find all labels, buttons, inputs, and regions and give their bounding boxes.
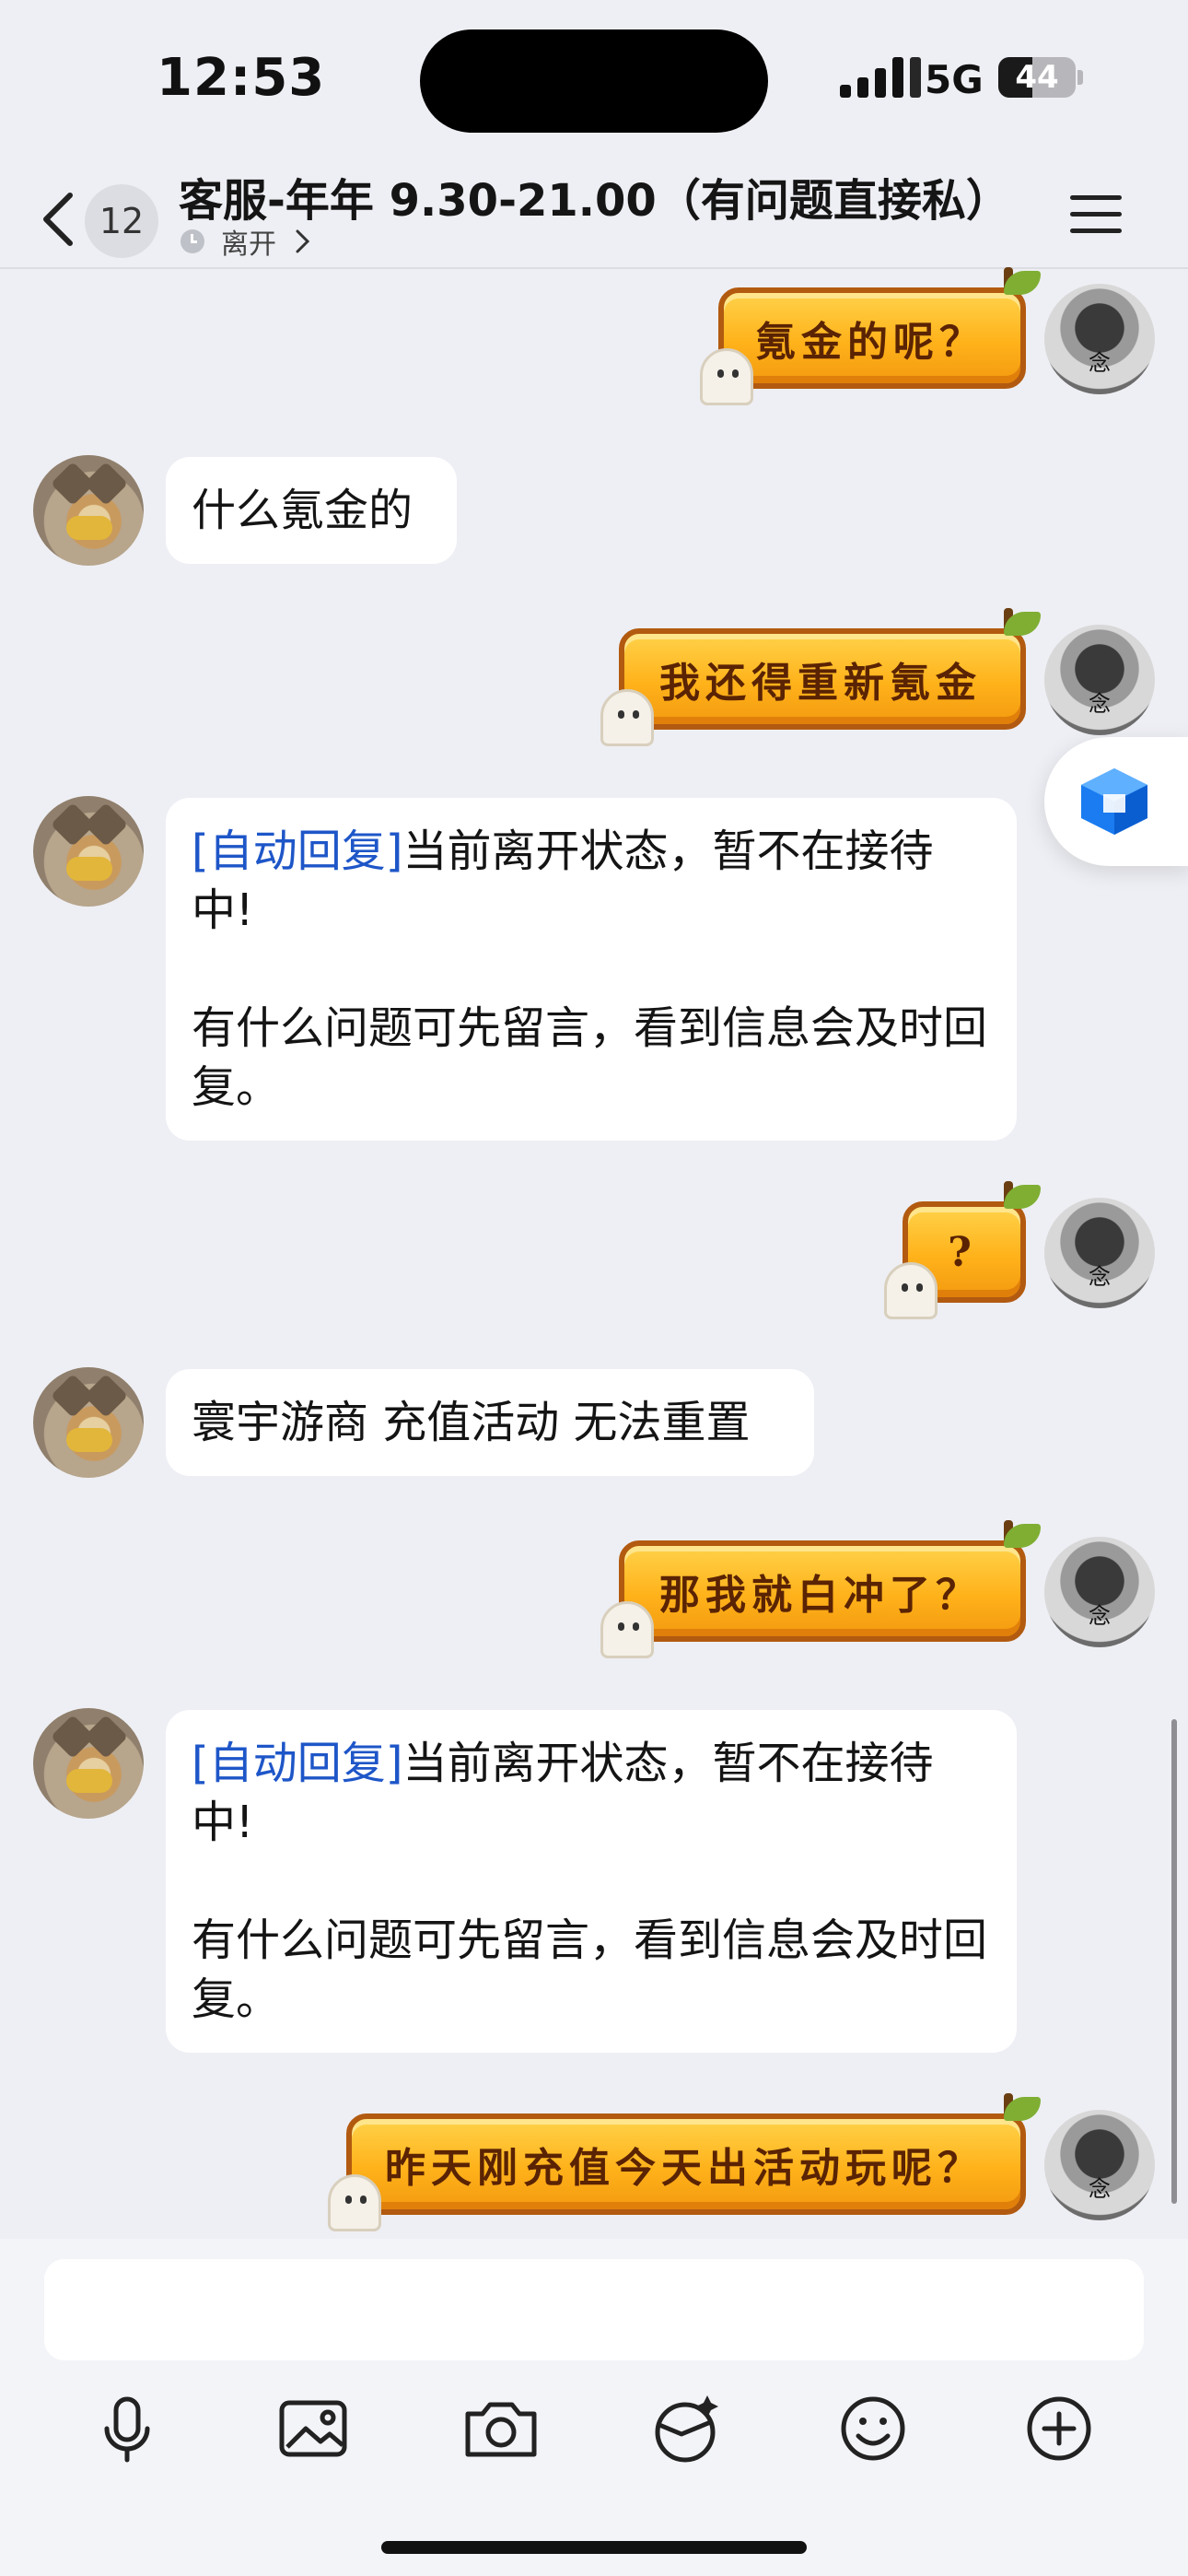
- presence-label: 离开: [221, 228, 276, 261]
- network-type: 5G: [925, 57, 984, 102]
- agent-avatar[interactable]: [33, 455, 144, 566]
- my-avatar[interactable]: 念: [1044, 1537, 1155, 1647]
- sticker-message[interactable]: 我还得重新氪金: [600, 608, 1041, 746]
- ghost-sticker-icon: [600, 689, 654, 746]
- status-bar: 12:53 5G 44: [0, 0, 1188, 157]
- status-time: 12:53: [157, 48, 326, 108]
- message-bubble[interactable]: 什么氪金的: [166, 457, 457, 564]
- unread-badge: 12: [85, 184, 158, 258]
- input-toolbar: [0, 2383, 1188, 2484]
- menu-button[interactable]: [1070, 188, 1133, 240]
- chevron-right-icon: [296, 229, 310, 253]
- dynamic-island: [420, 29, 768, 133]
- ghost-sticker-icon: [700, 348, 753, 405]
- agent-avatar[interactable]: [33, 1708, 144, 1819]
- auto-reply-line2: 有什么问题可先留言，看到信息会及时回复。: [192, 1914, 988, 2025]
- floating-assistant-button[interactable]: [1044, 737, 1188, 866]
- chat-title[interactable]: 客服-年年 9.30-21.00（有问题直接私）: [179, 164, 1010, 228]
- auto-reply-tag[interactable]: [自动回复]: [192, 825, 402, 877]
- ghost-sticker-icon: [328, 2174, 381, 2231]
- presence-status[interactable]: 离开: [181, 221, 311, 262]
- battery-level: 44: [1015, 59, 1059, 96]
- microphone-icon[interactable]: [81, 2383, 173, 2475]
- message-text: 什么氪金的: [192, 485, 413, 536]
- scrollbar[interactable]: [1171, 1719, 1177, 2204]
- my-avatar[interactable]: 念: [1044, 284, 1155, 394]
- my-avatar[interactable]: 念: [1044, 2110, 1155, 2220]
- input-area: [0, 2239, 1188, 2576]
- sticker-text: 我还得重新氪金: [659, 660, 982, 707]
- auto-reply-bubble[interactable]: [自动回复]当前离开状态，暂不在接待中! 有什么问题可先留言，看到信息会及时回复…: [166, 1710, 1017, 2053]
- battery-icon: 44: [998, 57, 1076, 98]
- message-text: 寰宇游商 充值活动 无法重置: [192, 1397, 751, 1448]
- image-icon[interactable]: [267, 2383, 359, 2475]
- chat-header: 12 客服-年年 9.30-21.00（有问题直接私） 离开: [0, 157, 1188, 269]
- cube-icon: [1081, 768, 1147, 835]
- signal-icon: [840, 57, 921, 98]
- auto-reply-bubble[interactable]: [自动回复]当前离开状态，暂不在接待中! 有什么问题可先留言，看到信息会及时回复…: [166, 798, 1017, 1141]
- auto-reply-line2: 有什么问题可先留言，看到信息会及时回复。: [192, 1002, 988, 1113]
- sticker-message[interactable]: 那我就白冲了？: [600, 1520, 1041, 1658]
- sticker-text: 那我就白冲了？: [659, 1572, 982, 1619]
- sticker-icon[interactable]: [641, 2383, 733, 2475]
- back-button[interactable]: 12: [33, 177, 181, 260]
- chevron-left-icon: [43, 193, 73, 246]
- clock-icon: [181, 229, 204, 253]
- sticker-message[interactable]: ?: [884, 1181, 1041, 1319]
- emoji-icon[interactable]: [827, 2383, 919, 2475]
- message-bubble[interactable]: 寰宇游商 充值活动 无法重置: [166, 1369, 814, 1476]
- sticker-message[interactable]: 氪金的呢？: [700, 267, 1041, 405]
- agent-avatar[interactable]: [33, 1367, 144, 1478]
- battery-cap: [1077, 70, 1083, 85]
- agent-avatar[interactable]: [33, 796, 144, 907]
- sticker-text: 氪金的呢？: [755, 319, 985, 366]
- ghost-sticker-icon: [600, 1601, 654, 1658]
- home-indicator[interactable]: [381, 2541, 807, 2554]
- plus-icon[interactable]: [1013, 2383, 1105, 2475]
- sticker-message[interactable]: 昨天刚充值今天出活动玩呢？: [328, 2093, 1041, 2231]
- auto-reply-tag[interactable]: [自动回复]: [192, 1738, 402, 1789]
- sticker-text: 昨天刚充值今天出活动玩呢？: [385, 2145, 984, 2192]
- ghost-sticker-icon: [884, 1262, 938, 1319]
- message-input[interactable]: [44, 2259, 1144, 2360]
- camera-icon[interactable]: [455, 2383, 547, 2475]
- my-avatar[interactable]: 念: [1044, 1198, 1155, 1308]
- my-avatar[interactable]: 念: [1044, 625, 1155, 735]
